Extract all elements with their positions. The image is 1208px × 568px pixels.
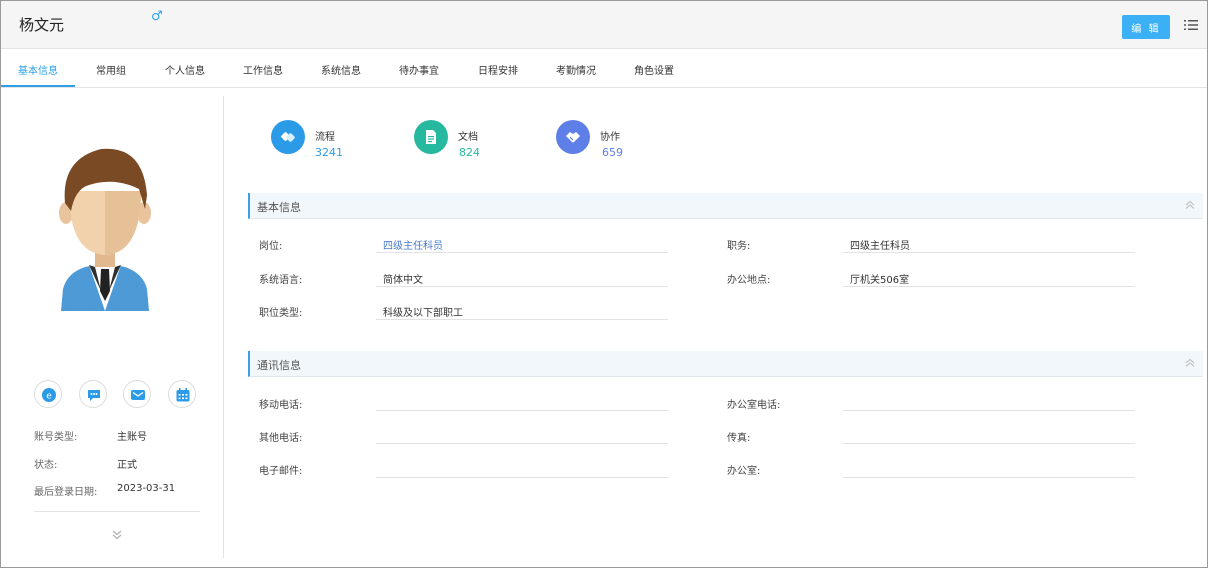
tab-role-settings[interactable]: 角色设置	[634, 62, 674, 77]
contact-info-title: 通讯信息	[257, 359, 301, 372]
office-phone-label: 办公室电话:	[727, 400, 781, 411]
tab-attendance[interactable]: 考勤情况	[556, 62, 596, 77]
fax-label: 传真:	[727, 433, 751, 444]
double-chevron-down-icon[interactable]	[111, 529, 123, 541]
field-underline	[843, 477, 1135, 478]
chat-icon	[88, 390, 100, 401]
position-value[interactable]: 四级主任科员	[383, 237, 443, 252]
calendar-icon	[176, 388, 190, 402]
field-underline	[843, 443, 1135, 444]
duty-value: 四级主任科员	[850, 241, 910, 252]
profile-sidebar: e 账号类型: 主账号 状态: 正式 最后登录日期: 2023-03-31	[1, 89, 223, 559]
field-underline	[843, 252, 1135, 253]
mail-icon	[131, 390, 145, 400]
field-underline	[376, 286, 668, 287]
handshake-icon	[566, 132, 580, 143]
emessage-icon: e	[42, 388, 56, 402]
job-type-label: 职位类型:	[259, 308, 303, 319]
collapse-up-icon[interactable]	[1185, 358, 1195, 368]
office-label: 办公室:	[727, 466, 761, 477]
field-underline	[843, 286, 1135, 287]
active-tab-indicator	[1, 85, 75, 87]
workflow-label: 流程	[315, 132, 335, 143]
language-value: 简体中文	[383, 275, 423, 286]
user-name: 杨文元	[19, 16, 65, 34]
field-underline	[376, 252, 668, 253]
document-label: 文档	[458, 132, 478, 143]
collapse-up-icon[interactable]	[1185, 200, 1195, 210]
workflow-stat-icon[interactable]	[271, 120, 305, 154]
collaboration-label: 协作	[600, 132, 620, 143]
basic-info-section-header[interactable]: 基本信息	[248, 193, 1203, 219]
field-underline	[376, 443, 668, 444]
tab-common-groups[interactable]: 常用组	[96, 62, 126, 77]
calendar-button[interactable]	[168, 380, 196, 408]
field-underline	[376, 410, 668, 411]
office-location-label: 办公地点:	[727, 275, 771, 286]
chat-button[interactable]	[79, 380, 107, 408]
basic-info-title: 基本信息	[257, 201, 301, 214]
language-label: 系统语言:	[259, 275, 303, 286]
sidebar-divider	[34, 511, 200, 512]
field-underline	[376, 319, 668, 320]
mail-button[interactable]	[123, 380, 151, 408]
tab-basic-info[interactable]: 基本信息	[18, 62, 58, 77]
tab-todo[interactable]: 待办事宜	[399, 62, 439, 77]
svg-text:e: e	[46, 392, 52, 402]
job-type-value: 科级及以下部职工	[383, 308, 463, 319]
status-label: 状态:	[34, 460, 58, 471]
tab-schedule[interactable]: 日程安排	[478, 62, 518, 77]
field-underline	[376, 477, 668, 478]
tab-system-info[interactable]: 系统信息	[321, 62, 361, 77]
panel-divider	[223, 96, 224, 558]
mobile-label: 移动电话:	[259, 400, 303, 411]
other-phone-label: 其他电话:	[259, 433, 303, 444]
list-menu-icon[interactable]	[1184, 18, 1198, 32]
tab-personal-info[interactable]: 个人信息	[165, 62, 205, 77]
position-label: 岗位:	[259, 241, 283, 252]
document-count[interactable]: 824	[459, 146, 480, 159]
status-value: 正式	[117, 460, 137, 471]
avatar	[59, 148, 151, 311]
workflow-icon	[281, 132, 295, 142]
collaboration-stat-icon[interactable]	[556, 120, 590, 154]
email-label: 电子邮件:	[259, 466, 303, 477]
male-gender-icon: ♂	[151, 9, 163, 24]
document-icon	[426, 130, 436, 144]
office-location-value: 厅机关506室	[850, 275, 910, 286]
emessage-button[interactable]: e	[34, 380, 62, 408]
account-type-value: 主账号	[117, 432, 147, 443]
field-underline	[843, 410, 1135, 411]
tab-work-info[interactable]: 工作信息	[243, 62, 283, 77]
duty-label: 职务:	[727, 241, 751, 252]
edit-button[interactable]: 编 辑	[1122, 15, 1170, 39]
workflow-count[interactable]: 3241	[315, 146, 343, 159]
last-login-label: 最后登录日期:	[34, 487, 98, 498]
document-stat-icon[interactable]	[414, 120, 448, 154]
tab-bar: 基本信息 常用组 个人信息 工作信息 系统信息 待办事宜 日程安排 考勤情况 角…	[1, 50, 1207, 88]
profile-header: 杨文元 ♂ 编 辑	[1, 1, 1207, 49]
contact-info-section-header[interactable]: 通讯信息	[248, 351, 1203, 377]
account-type-label: 账号类型:	[34, 432, 78, 443]
last-login-value: 2023-03-31	[117, 483, 176, 494]
collaboration-count[interactable]: 659	[602, 146, 623, 159]
